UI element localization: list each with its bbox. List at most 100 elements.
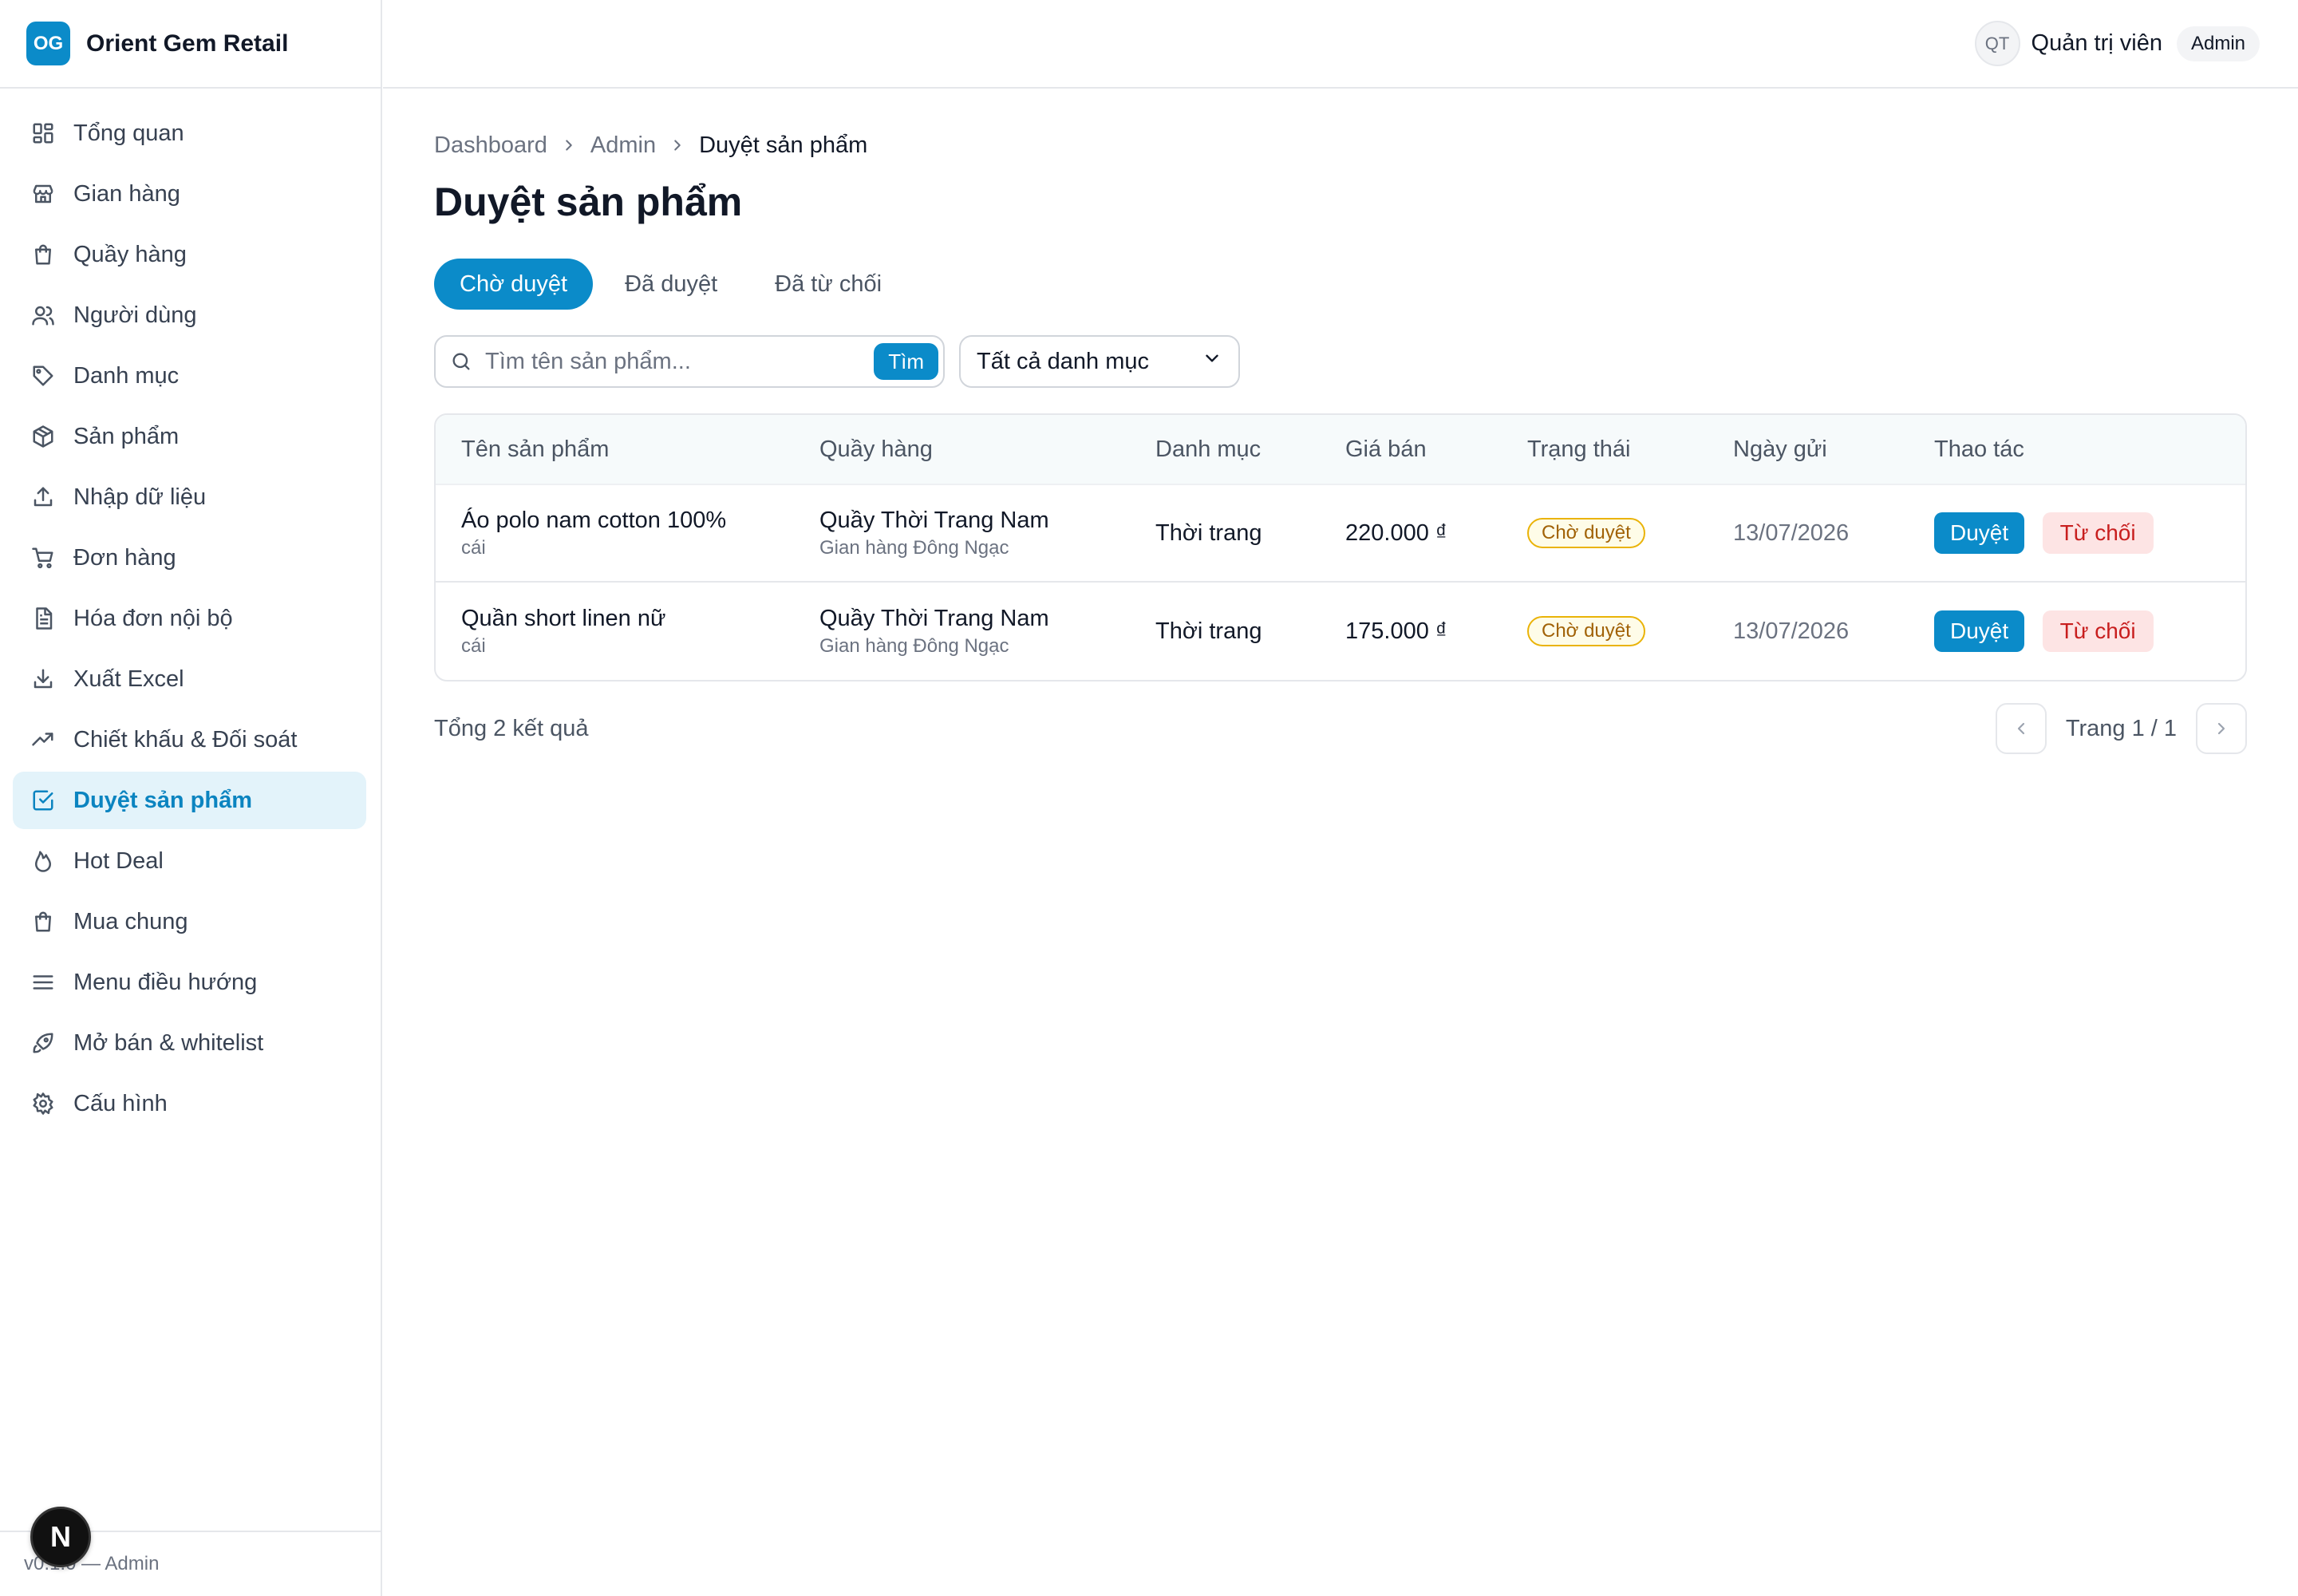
submit-date: 13/07/2026: [1733, 519, 1850, 546]
category-select[interactable]: Tất cả danh mục: [959, 335, 1240, 388]
tab-rejected[interactable]: Đã từ chối: [749, 259, 907, 310]
role-badge: Admin: [2176, 26, 2260, 61]
header-price: Giá bán: [1345, 436, 1427, 462]
trending-up-icon: [30, 727, 56, 753]
sidebar-item-export[interactable]: Xuất Excel: [13, 650, 366, 708]
product-unit: cái: [461, 536, 486, 559]
sidebar-item-import[interactable]: Nhập dữ liệu: [13, 468, 366, 526]
sidebar-item-orders[interactable]: Đơn hàng: [13, 529, 366, 587]
avatar[interactable]: QT: [1974, 21, 2020, 66]
shopping-bag-icon: [30, 909, 56, 934]
table-row: Áo polo nam cotton 100% cái Quầy Thời Tr…: [436, 485, 2245, 583]
header-counter: Quầy hàng: [819, 436, 933, 462]
package-icon: [30, 424, 56, 449]
sidebar-item-product-approval[interactable]: Duyệt sản phẩm: [13, 772, 366, 829]
product-category: Thời trang: [1155, 519, 1262, 546]
chevron-right-icon: [560, 136, 578, 154]
sidebar-item-label: Mua chung: [73, 908, 188, 934]
approve-button[interactable]: Duyệt: [1934, 610, 2025, 652]
status-tabs: Chờ duyệt Đã duyệt Đã từ chối: [434, 259, 2247, 310]
chevron-down-icon: [1202, 348, 1222, 375]
page-title: Duyệt sản phẩm: [434, 180, 743, 224]
store-icon: [30, 181, 56, 207]
breadcrumb-dashboard[interactable]: Dashboard: [434, 132, 547, 159]
sidebar-item-label: Xuất Excel: [73, 666, 184, 692]
sidebar-item-stores[interactable]: Gian hàng: [13, 165, 366, 223]
search-button[interactable]: Tìm: [874, 343, 938, 380]
settings-icon: [30, 1091, 56, 1116]
sidebar-item-label: Nhập dữ liệu: [73, 484, 207, 510]
dashboard-icon: [30, 120, 56, 146]
sidebar-item-label: Tổng quan: [73, 120, 184, 146]
tab-pending[interactable]: Chờ duyệt: [434, 259, 594, 310]
product-unit: cái: [461, 634, 486, 657]
tab-approved[interactable]: Đã duyệt: [599, 259, 743, 310]
file-text-icon: [30, 606, 56, 631]
sidebar-item-overview[interactable]: Tổng quan: [13, 105, 366, 162]
sidebar-item-counters[interactable]: Quầy hàng: [13, 226, 366, 283]
sidebar-item-label: Duyệt sản phẩm: [73, 787, 252, 813]
sidebar-item-settings[interactable]: Cấu hình: [13, 1075, 366, 1132]
sidebar-item-label: Đơn hàng: [73, 544, 176, 571]
sidebar-item-label: Hot Deal: [73, 847, 164, 874]
sidebar-item-label: Mở bán & whitelist: [73, 1029, 264, 1056]
result-count: Tổng 2 kết quả: [434, 715, 589, 741]
sidebar-item-users[interactable]: Người dùng: [13, 286, 366, 344]
counter-name: Quầy Thời Trang Nam: [819, 605, 1049, 631]
sidebar-item-nav-menu[interactable]: Menu điều hướng: [13, 954, 366, 1011]
reject-button[interactable]: Từ chối: [2042, 512, 2154, 554]
header-status: Trạng thái: [1527, 436, 1631, 462]
next-page-button[interactable]: [2196, 703, 2247, 754]
menu-icon: [30, 970, 56, 995]
next-dev-badge[interactable]: N: [30, 1507, 91, 1567]
sidebar-item-label: Cấu hình: [73, 1090, 168, 1116]
breadcrumb-current: Duyệt sản phẩm: [699, 132, 868, 158]
store-name: Gian hàng Đông Ngạc: [819, 536, 1009, 559]
brand-name: Orient Gem Retail: [86, 30, 289, 57]
sidebar-item-categories[interactable]: Danh mục: [13, 347, 366, 405]
product-name: Quần short linen nữ: [461, 605, 666, 631]
sidebar-nav: Tổng quan Gian hàng Quầy hàng Người dùng…: [0, 89, 381, 1132]
brand[interactable]: OG Orient Gem Retail: [0, 0, 381, 89]
submit-date: 13/07/2026: [1733, 618, 1850, 644]
breadcrumb: Dashboard Admin Duyệt sản phẩm: [434, 129, 2247, 161]
sidebar-item-label: Sản phẩm: [73, 423, 180, 449]
search-input[interactable]: [485, 348, 875, 375]
status-badge: Chờ duyệt: [1527, 518, 1645, 548]
filters: Tìm Tất cả danh mục: [434, 335, 2247, 388]
chevron-right-icon: [2217, 722, 2225, 735]
product-price: 220.000 ₫: [1345, 519, 1447, 546]
sidebar-item-label: Gian hàng: [73, 180, 180, 207]
approve-button[interactable]: Duyệt: [1934, 512, 2025, 554]
breadcrumb-admin[interactable]: Admin: [590, 132, 656, 159]
search-box: Tìm: [434, 335, 945, 388]
sidebar-item-label: Chiết khấu & Đối soát: [73, 726, 298, 753]
sidebar-item-launch-whitelist[interactable]: Mở bán & whitelist: [13, 1014, 366, 1072]
category-select-value: Tất cả danh mục: [977, 348, 1149, 374]
main-content: Dashboard Admin Duyệt sản phẩm Duyệt sản…: [434, 89, 2247, 755]
table-header: Tên sản phẩm Quầy hàng Danh mục Giá bán …: [436, 415, 2245, 485]
sidebar-item-label: Người dùng: [73, 302, 197, 328]
status-badge: Chờ duyệt: [1527, 616, 1645, 646]
prev-page-button[interactable]: [1995, 703, 2047, 754]
sidebar-item-hot-deal[interactable]: Hot Deal: [13, 832, 366, 890]
table-footer: Tổng 2 kết quả Trang 1 / 1: [434, 702, 2247, 755]
check-square-icon: [30, 788, 56, 813]
chevron-right-icon: [669, 136, 686, 154]
sidebar-item-invoices[interactable]: Hóa đơn nội bộ: [13, 590, 366, 647]
header-product-name: Tên sản phẩm: [461, 436, 610, 462]
user-name: Quản trị viên: [2031, 30, 2162, 56]
topbar: QT Quản trị viên Admin: [383, 0, 2298, 89]
sidebar-item-label: Hóa đơn nội bộ: [73, 605, 233, 631]
header-actions: Thao tác: [1934, 436, 2024, 462]
sidebar-item-discounts[interactable]: Chiết khấu & Đối soát: [13, 711, 366, 768]
product-category: Thời trang: [1155, 618, 1262, 644]
brand-logo: OG: [26, 22, 70, 65]
reject-button[interactable]: Từ chối: [2042, 610, 2154, 652]
download-icon: [30, 666, 56, 692]
sidebar-item-label: Quầy hàng: [73, 241, 187, 267]
shopping-bag-icon: [30, 242, 56, 267]
sidebar-item-products[interactable]: Sản phẩm: [13, 408, 366, 465]
sidebar-item-group-buy[interactable]: Mua chung: [13, 893, 366, 950]
search-icon: [450, 350, 474, 373]
